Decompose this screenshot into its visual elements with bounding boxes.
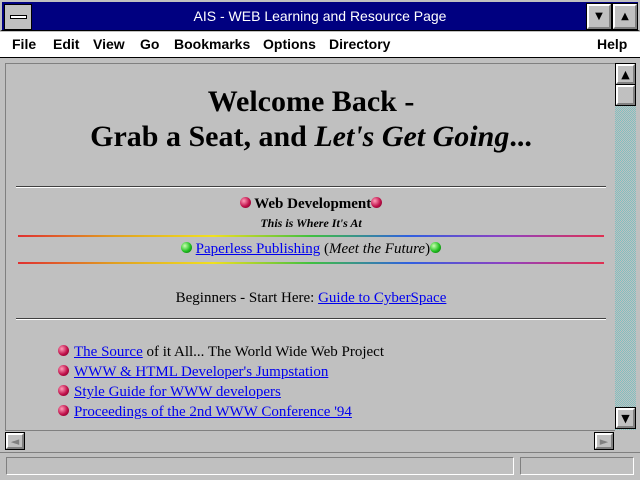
page-heading-line1: Welcome Back - [207,85,415,118]
proceedings-link[interactable]: Proceedings of the 2nd WWW Conference '9… [74,404,352,420]
red-ball-icon [58,345,69,357]
scroll-right-button[interactable]: ► [594,432,614,450]
webdev-subtitle: This is Where It's At [260,216,362,230]
rainbow-divider [18,262,604,264]
list-item: WWW & HTML Developer's Jumpstation [58,364,384,384]
resource-list: The Source of it All... The World Wide W… [58,344,384,424]
list-item-text: of it All... The World Wide Web Project [142,344,384,360]
green-ball-icon [180,242,192,254]
the-source-link[interactable]: The Source [74,344,143,360]
beginners-line: Beginners - Start Here: Guide to CyberSp… [6,290,615,307]
toolbar-strip [0,58,640,62]
menu-edit[interactable]: Edit [53,36,79,52]
window-title: AIS - WEB Learning and Resource Page [193,8,447,24]
red-ball-icon [239,197,251,209]
menu-bar: File Edit View Go Bookmarks Options Dire… [0,32,640,58]
title-bar: AIS - WEB Learning and Resource Page ▼ ▲ [0,0,640,31]
menu-help[interactable]: Help [597,36,627,52]
list-item: Style Guide for WWW developers [58,384,384,404]
menu-directory[interactable]: Directory [329,36,390,52]
divider [16,186,606,188]
document-view: Welcome Back - Grab a Seat, and Let's Ge… [5,63,615,430]
scroll-left-button[interactable]: ◄ [5,432,25,450]
menu-go[interactable]: Go [140,36,159,52]
style-guide-link[interactable]: Style Guide for WWW developers [74,384,281,400]
status-message [6,457,514,475]
scroll-down-button[interactable]: ▼ [615,407,636,429]
progress-indicator [520,457,634,475]
red-ball-icon [58,405,69,417]
maximize-button[interactable]: ▲ [612,3,638,30]
paperless-line: Paperless Publishing (Meet the Future) [6,241,615,258]
menu-view[interactable]: View [93,36,125,52]
guide-to-cyberspace-link[interactable]: Guide to CyberSpace [318,290,446,306]
red-ball-icon [58,385,69,397]
horizontal-scrollbar[interactable]: ◄ ► [5,430,615,450]
heading-ellipsis: ... [509,120,532,153]
green-ball-icon [430,242,442,254]
vertical-scrollbar[interactable]: ▲ ▼ [615,63,636,430]
list-item: The Source of it All... The World Wide W… [58,344,384,364]
scroll-thumb[interactable] [615,84,636,106]
menu-file[interactable]: File [12,36,36,52]
list-item: Proceedings of the 2nd WWW Conference '9… [58,404,384,424]
heading-italic: Let's Get Going [314,120,510,153]
paperless-note: Meet the Future [329,241,426,257]
beginners-text: Beginners - Start Here: [175,290,319,306]
jumpstation-link[interactable]: WWW & HTML Developer's Jumpstation [74,364,328,380]
scrollbar-corner [615,430,636,450]
menu-bookmarks[interactable]: Bookmarks [174,36,250,52]
divider [16,318,606,320]
webdev-title: Web Development [254,196,372,212]
scroll-up-button[interactable]: ▲ [615,63,636,85]
page-heading-line2: Grab a Seat, and Let's Get Going... [6,119,615,155]
minimize-button[interactable]: ▼ [586,3,612,30]
paperless-open: ( [320,241,329,257]
heading-text: Grab a Seat, and [90,120,315,153]
paperless-publishing-link[interactable]: Paperless Publishing [196,241,321,257]
status-bar [0,452,640,480]
webdev-line: Web Development [6,196,615,213]
red-ball-icon [58,365,69,377]
rainbow-divider [18,235,604,237]
menu-options[interactable]: Options [263,36,316,52]
red-ball-icon [371,197,383,209]
